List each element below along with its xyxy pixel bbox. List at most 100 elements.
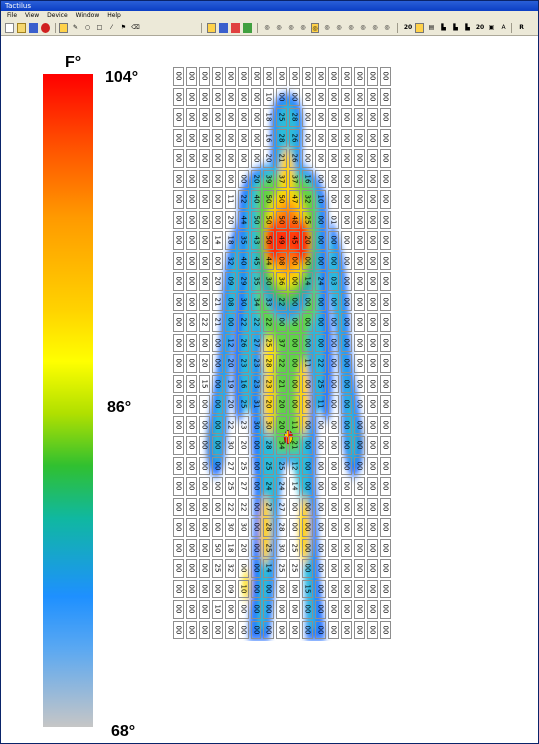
grid-cell: 00 [289,67,301,86]
grid-cell: 50 [250,210,262,229]
grid-cell: 00 [250,477,262,496]
window-title: Tactilus [5,2,31,10]
grid-cell: 00 [328,333,339,352]
grid-cell: 00 [237,169,249,188]
text-r-button[interactable]: R [517,23,526,33]
pointer-icon[interactable] [59,23,68,33]
grid-cell: 00 [173,600,184,619]
line-icon[interactable]: ⁄ [107,23,116,33]
grid-cell: 35 [237,231,249,250]
grid-cell: 33 [263,292,275,311]
new-file-icon[interactable] [5,23,14,33]
grid-cell: 00 [379,559,391,578]
eraser-icon[interactable]: ⌫ [131,23,140,33]
grid-cell: 00 [302,620,314,639]
grid-cell: 00 [379,87,391,106]
grid-cell: 00 [353,292,365,311]
menu-device[interactable]: Device [47,12,68,19]
target-icon[interactable] [415,23,424,33]
grid-cell: 00 [353,538,365,557]
ellipse-icon[interactable]: ○ [83,23,92,33]
grid-cell: 00 [302,415,314,434]
contour-icon[interactable] [243,23,252,33]
zoom-2-icon[interactable]: ◎ [275,23,283,33]
grid-cell: 22 [315,354,327,373]
open-icon[interactable] [17,23,26,33]
zoom-6-icon[interactable]: ◎ [323,23,331,33]
grid-cell: 00 [198,559,210,578]
grid-cell: 00 [328,354,339,373]
grid-cell: 00 [185,231,197,250]
zoom-10-icon[interactable]: ◎ [371,23,379,33]
bars-icon[interactable]: ▤ [427,23,436,33]
grid-cell: 00 [328,456,339,475]
grid-cell: 00 [328,620,339,639]
grid-cell: 00 [185,456,197,475]
menu-view[interactable]: View [25,12,39,19]
grid-cell: 00 [353,497,365,516]
grid-cell: 00 [211,87,223,106]
menu-file[interactable]: File [7,12,17,19]
grid-cell: 26 [289,128,301,147]
grid-cell: 00 [366,169,378,188]
zoom-5-icon[interactable]: ◎ [311,23,319,33]
grid-cell: 00 [211,354,223,373]
mode-20b-button[interactable]: 20 [475,23,485,33]
zoom-3-icon[interactable]: ◎ [287,23,295,33]
grid-cell: 00 [366,436,378,455]
chart-1-icon[interactable]: ▙ [439,23,448,33]
pen-icon[interactable]: ✎ [71,23,80,33]
grid-cell: 00 [173,231,184,250]
view-3d-icon[interactable] [231,23,240,33]
grid-cell: 00 [366,251,378,270]
grid-cell: 00 [237,87,249,106]
rect-icon[interactable]: □ [95,23,104,33]
grid-cell: 00 [198,108,210,127]
grid-cell: 00 [250,620,262,639]
chart-2-icon[interactable]: ▙ [451,23,460,33]
mode-20-button[interactable]: 20 [403,23,413,33]
grid-cell: 00 [185,313,197,332]
grid-cell: 25 [263,333,275,352]
grid-cell: 00 [315,313,327,332]
grid-cell: 00 [198,600,210,619]
stop-icon[interactable] [41,23,50,33]
grid-cell: 22 [263,313,275,332]
grid-cell: 00 [302,128,314,147]
zoom-4-icon[interactable]: ◎ [299,23,307,33]
grid-icon[interactable] [207,23,216,33]
grid-cell: 37 [289,169,301,188]
grid-cell: 30 [224,518,236,537]
grid-cell: 11 [289,415,301,434]
grid-cell: 28 [276,128,288,147]
grid-cell: 40 [237,251,249,270]
menu-help[interactable]: Help [107,12,121,19]
grid-row: 00 00 00 21 08 30 34 33 22 00 00 00 00 00 00 00 00 [173,292,391,311]
zoom-9-icon[interactable]: ◎ [359,23,367,33]
flag-icon[interactable]: ⚑ [119,23,128,33]
zoom-11-icon[interactable]: ◎ [383,23,391,33]
image-icon[interactable]: ▣ [487,23,496,33]
zoom-8-icon[interactable]: ◎ [347,23,355,33]
text-a-button[interactable]: A [499,23,508,33]
grid-cell: 00 [328,395,339,414]
grid-cell: 00 [379,231,391,250]
save-icon[interactable] [29,23,38,33]
view-2d-icon[interactable] [219,23,228,33]
zoom-1-icon[interactable]: ◎ [263,23,271,33]
grid-cell: 23 [263,374,275,393]
grid-cell: 00 [185,395,197,414]
grid-cell: 00 [366,128,378,147]
grid-cell: 00 [340,251,352,270]
zoom-7-icon[interactable]: ◎ [335,23,343,33]
grid-cell: 00 [353,374,365,393]
grid-row: 00 00 00 00 00 00 00 10 00 00 00 00 00 00 00 00 00 [173,87,391,106]
grid-cell: 00 [198,497,210,516]
grid-cell: 26 [289,149,301,168]
grid-cell: 00 [185,67,197,86]
grid-cell: 00 [315,149,327,168]
chart-3-icon[interactable]: ▙ [463,23,472,33]
menu-window[interactable]: Window [76,12,100,19]
grid-cell: 00 [173,538,184,557]
grid-cell: 00 [340,313,352,332]
